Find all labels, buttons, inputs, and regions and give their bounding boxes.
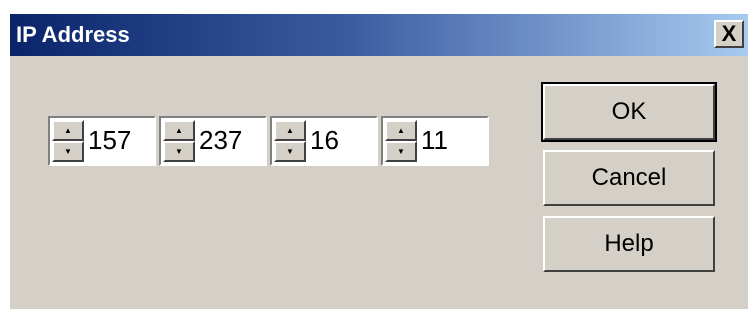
cancel-button[interactable]: Cancel	[543, 150, 715, 206]
octet-4-down-arrow-icon[interactable]: ▼	[385, 141, 417, 162]
octet-3-down-arrow-icon[interactable]: ▼	[274, 141, 306, 162]
down-arrow-icon: ▼	[286, 146, 294, 156]
octet-2-down-arrow-icon[interactable]: ▼	[163, 141, 195, 162]
help-button[interactable]: Help	[543, 216, 715, 272]
ok-button-label: OK	[611, 98, 647, 125]
title-bar[interactable]: IP Address X	[10, 14, 748, 56]
ip-octet-1-field[interactable]: ▲ ▼ 157	[48, 116, 156, 166]
octet-2-spinner: ▲ ▼	[163, 120, 195, 162]
octet-1-down-arrow-icon[interactable]: ▼	[52, 141, 84, 162]
down-arrow-icon: ▼	[64, 146, 72, 156]
octet-4-spinner: ▲ ▼	[385, 120, 417, 162]
ip-octet-4-field[interactable]: ▲ ▼ 11	[381, 116, 489, 166]
octet-4-value[interactable]: 11	[421, 123, 448, 157]
up-arrow-icon: ▲	[286, 125, 294, 135]
ip-address-dialog: IP Address X ▲ ▼ 157 ▲ ▼ 237 ▲ ▼ 16 ▲ ▼ …	[10, 14, 748, 309]
octet-2-value[interactable]: 237	[199, 123, 242, 157]
octet-2-up-arrow-icon[interactable]: ▲	[163, 120, 195, 141]
up-arrow-icon: ▲	[175, 125, 183, 135]
window-title: IP Address	[16, 22, 130, 47]
help-button-label: Help	[604, 230, 654, 257]
octet-1-spinner: ▲ ▼	[52, 120, 84, 162]
cancel-button-label: Cancel	[591, 164, 667, 191]
octet-3-spinner: ▲ ▼	[274, 120, 306, 162]
close-icon: X	[721, 21, 737, 46]
down-arrow-icon: ▼	[175, 146, 183, 156]
octet-1-value[interactable]: 157	[88, 123, 131, 157]
ip-octet-3-field[interactable]: ▲ ▼ 16	[270, 116, 378, 166]
up-arrow-icon: ▲	[64, 125, 72, 135]
up-arrow-icon: ▲	[397, 125, 405, 135]
octet-1-up-arrow-icon[interactable]: ▲	[52, 120, 84, 141]
ok-button[interactable]: OK	[541, 82, 717, 142]
octet-3-up-arrow-icon[interactable]: ▲	[274, 120, 306, 141]
close-button[interactable]: X	[714, 20, 744, 48]
down-arrow-icon: ▼	[397, 146, 405, 156]
octet-4-up-arrow-icon[interactable]: ▲	[385, 120, 417, 141]
ip-octet-2-field[interactable]: ▲ ▼ 237	[159, 116, 267, 166]
octet-3-value[interactable]: 16	[310, 123, 339, 157]
